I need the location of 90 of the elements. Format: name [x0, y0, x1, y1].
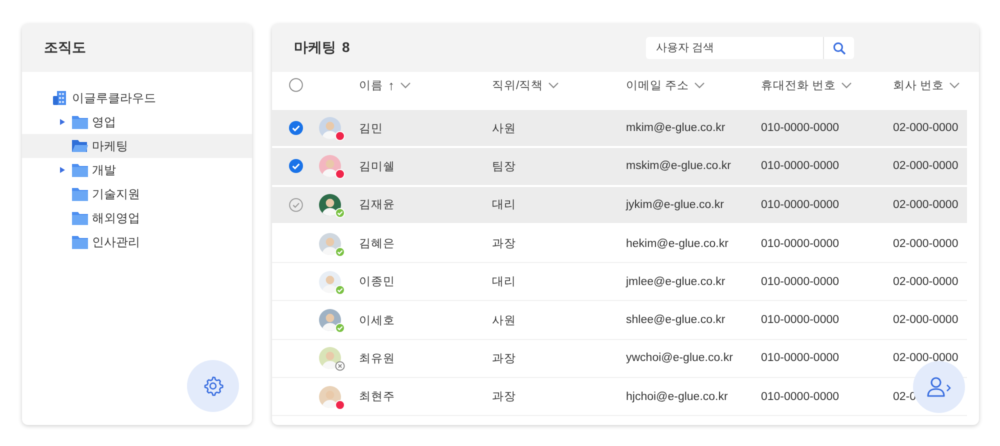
checkbox[interactable] [288, 198, 302, 212]
table-cell-text: 02-000-0000 [893, 238, 960, 250]
folder-icon [72, 235, 88, 249]
table-cell-text: 과장 [492, 390, 517, 404]
table-cell-text: mskim@e-glue.co.kr [626, 160, 732, 172]
column-header[interactable]: 직위/직책 [492, 78, 544, 93]
tree-item[interactable]: 해외영업 [22, 206, 252, 230]
search-field[interactable]: 사용자 검색 [646, 37, 824, 59]
tree-item[interactable]: 마케팅 [22, 134, 252, 158]
table-cell-text: hekim@e-glue.co.kr [626, 238, 730, 250]
tree-item[interactable]: 영업 [22, 110, 252, 134]
table-cell-text: 김미쉘 [359, 160, 396, 174]
table-cell-text: 김민 [359, 122, 384, 136]
table-cell-text: 02-000-0000 [893, 160, 960, 172]
user-arrow-icon [926, 376, 952, 398]
folder-icon [72, 211, 88, 225]
selected-row[interactable]: 김재윤 대리 jykim@e-glue.co.kr 010-0000-0000 02-000-0000 [272, 186, 967, 225]
table-cell-text: 김재윤 [359, 198, 396, 212]
chevron-down-icon[interactable] [694, 82, 706, 89]
settings-button[interactable] [187, 360, 239, 412]
table-cell-text: 사원 [492, 314, 517, 328]
avatar [319, 232, 341, 255]
table-cell-text: 최현주 [359, 390, 396, 404]
building-icon [52, 90, 68, 106]
checkbox[interactable] [288, 78, 302, 92]
settings-icon [202, 375, 224, 397]
table-cell-text: jmlee@e-glue.co.kr [626, 276, 726, 288]
table-cell-text: 대리 [492, 275, 517, 290]
table-cell-text: 010-0000-0000 [761, 276, 840, 288]
table-cell-text: 02-000-0000 [893, 352, 960, 364]
chevron-down-icon[interactable] [949, 82, 960, 89]
table-cell-text: ywchoi@e-glue.co.kr [626, 352, 734, 364]
column-header[interactable]: 휴대전화 번호 [761, 78, 836, 93]
avatar [319, 347, 341, 370]
table-cell-text: 010-0000-0000 [761, 198, 840, 211]
table-cell-text: mkim@e-glue.co.kr [626, 122, 726, 134]
avatar [319, 270, 341, 293]
avatar [319, 155, 341, 178]
table-cell-text: 팀장 [492, 160, 517, 174]
table-cell-text: 이종민 [359, 275, 396, 290]
table-cell-text: 대리 [492, 198, 517, 212]
table-cell-text: 010-0000-0000 [761, 390, 840, 403]
search-button[interactable] [824, 37, 854, 59]
column-header[interactable]: 회사 번호 [893, 78, 944, 93]
table-cell-text: 02-000-0000 [893, 314, 960, 326]
avatar [319, 117, 341, 140]
table-cell-text: 김혜은 [359, 237, 396, 252]
table-cell-text: shlee@e-glue.co.kr [626, 314, 726, 326]
avatar [319, 309, 341, 332]
open-folder-icon [72, 139, 88, 153]
selected-row[interactable]: 김미쉘 팀장 mskim@e-glue.co.kr 010-0000-0000 02-000-0000 [272, 148, 967, 187]
table-cell-text: 010-0000-0000 [761, 314, 840, 326]
tree-item[interactable]: 이글루클라우드 [22, 86, 252, 110]
table-cell-text: 02-000-0000 [893, 276, 960, 288]
table-cell-text: jykim@e-glue.co.kr [626, 198, 725, 211]
table-cell-text: 사원 [492, 122, 517, 136]
folder-icon [72, 187, 88, 201]
sort-arrow[interactable]: ↑ [388, 78, 394, 93]
folder-icon [72, 115, 88, 129]
avatar [319, 194, 341, 216]
table-cell-text: 010-0000-0000 [761, 160, 840, 172]
expand-arrow-icon[interactable] [60, 119, 64, 125]
tree-item[interactable]: 인사관리 [22, 230, 252, 254]
table-cell-text: 010-0000-0000 [761, 238, 840, 250]
checkbox[interactable] [288, 121, 302, 136]
panel-title: 마케팅 [294, 39, 336, 57]
table-cell-text: 02-000-0000 [893, 122, 960, 134]
tree-item[interactable]: 개발 [22, 158, 252, 182]
table-cell-text: 010-0000-0000 [761, 352, 840, 364]
chevron-down-icon[interactable] [548, 82, 560, 89]
member-count: 8 [342, 39, 350, 57]
selected-row[interactable]: 김민 사원 mkim@e-glue.co.kr 010-0000-0000 02-000-0000 [272, 110, 967, 148]
table-cell-text: 과장 [492, 237, 517, 252]
avatar [319, 386, 341, 408]
table-cell-text: 과장 [492, 352, 517, 366]
checkbox[interactable] [288, 159, 302, 174]
expand-arrow-icon[interactable] [60, 167, 64, 173]
table-cell-text: 010-0000-0000 [761, 122, 840, 134]
panel-title: 조직도 [44, 39, 86, 57]
table-cell-text: 02-000-0000 [893, 198, 960, 211]
table-cell-text: 이세호 [359, 314, 396, 328]
chevron-down-icon[interactable] [400, 82, 410, 89]
tree-item[interactable]: 기술지원 [22, 182, 252, 206]
chevron-down-icon[interactable] [841, 82, 852, 89]
search-icon [832, 42, 846, 54]
column-header[interactable]: 이름 [359, 78, 383, 93]
table-cell-text: 최유원 [359, 352, 396, 366]
folder-icon [72, 163, 88, 177]
table-cell-text: hjchoi@e-glue.co.kr [626, 390, 729, 403]
column-header[interactable]: 이메일 주소 [626, 78, 690, 93]
